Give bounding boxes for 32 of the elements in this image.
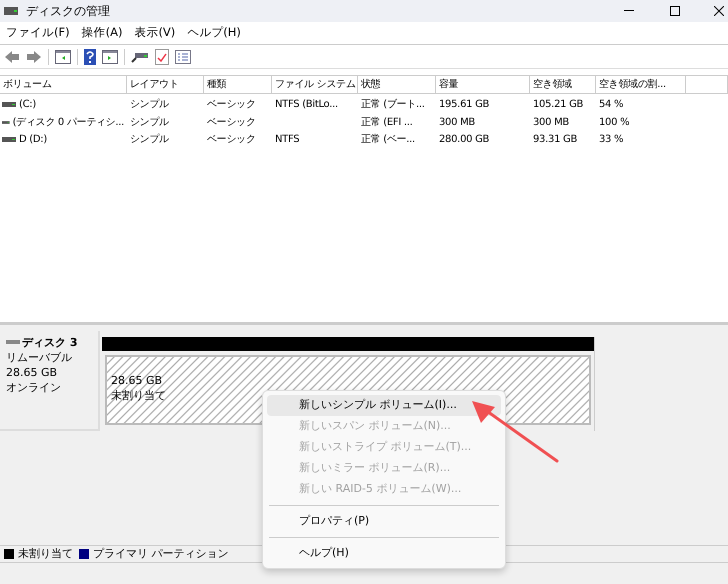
table-cell-text: 280.00 GB — [439, 133, 490, 148]
table-cell-text: 正常 (ベー... — [361, 132, 415, 148]
table-cell-text: 300 MB — [533, 116, 569, 130]
table-cell-text: シンプル — [130, 116, 169, 130]
table-cell-text: シンプル — [130, 98, 169, 112]
table-cell-text: 正常 (EFI ... — [361, 116, 413, 130]
partition-size: 28.65 GB — [111, 373, 162, 388]
table-cell-text: 54 % — [599, 98, 624, 112]
legend-label: 未割り当て — [18, 546, 73, 562]
table-cell-text: 93.31 GB — [533, 133, 578, 148]
legend-label: プライマリ パーティション — [93, 546, 228, 562]
disk-name: ディスク 3 — [22, 335, 78, 350]
table-cell-text: 300 MB — [439, 116, 475, 130]
window-title: ディスクの管理 — [26, 3, 110, 20]
table-cell-text: (C:) — [19, 98, 36, 112]
partition-status: 未割り当て — [111, 388, 166, 403]
table-cell-text: シンプル — [130, 132, 169, 148]
table-cell-text: ベーシック — [207, 116, 256, 130]
table-cell-text: NTFS (BitLo... — [275, 98, 338, 112]
disk-type: リムーバブル — [6, 350, 73, 365]
table-cell-text: ベーシック — [207, 133, 256, 148]
table-cell-text: D (D:) — [19, 133, 47, 148]
table-cell-text: ベーシック — [207, 98, 256, 112]
disk-size: 28.65 GB — [6, 365, 58, 380]
table-cell-text: (ディスク 0 パーティシ... — [12, 116, 124, 130]
table-cell-text: 100 % — [599, 116, 630, 130]
table-cell-text: 195.61 GB — [439, 98, 490, 112]
disk-status: オンライン — [6, 380, 62, 395]
table-cell-text: 33 % — [599, 133, 624, 148]
table-cell-text: NTFS — [275, 133, 300, 148]
table-cell-text: 105.21 GB — [533, 98, 584, 112]
table-cell-text: 正常 (ブート... — [361, 98, 425, 112]
